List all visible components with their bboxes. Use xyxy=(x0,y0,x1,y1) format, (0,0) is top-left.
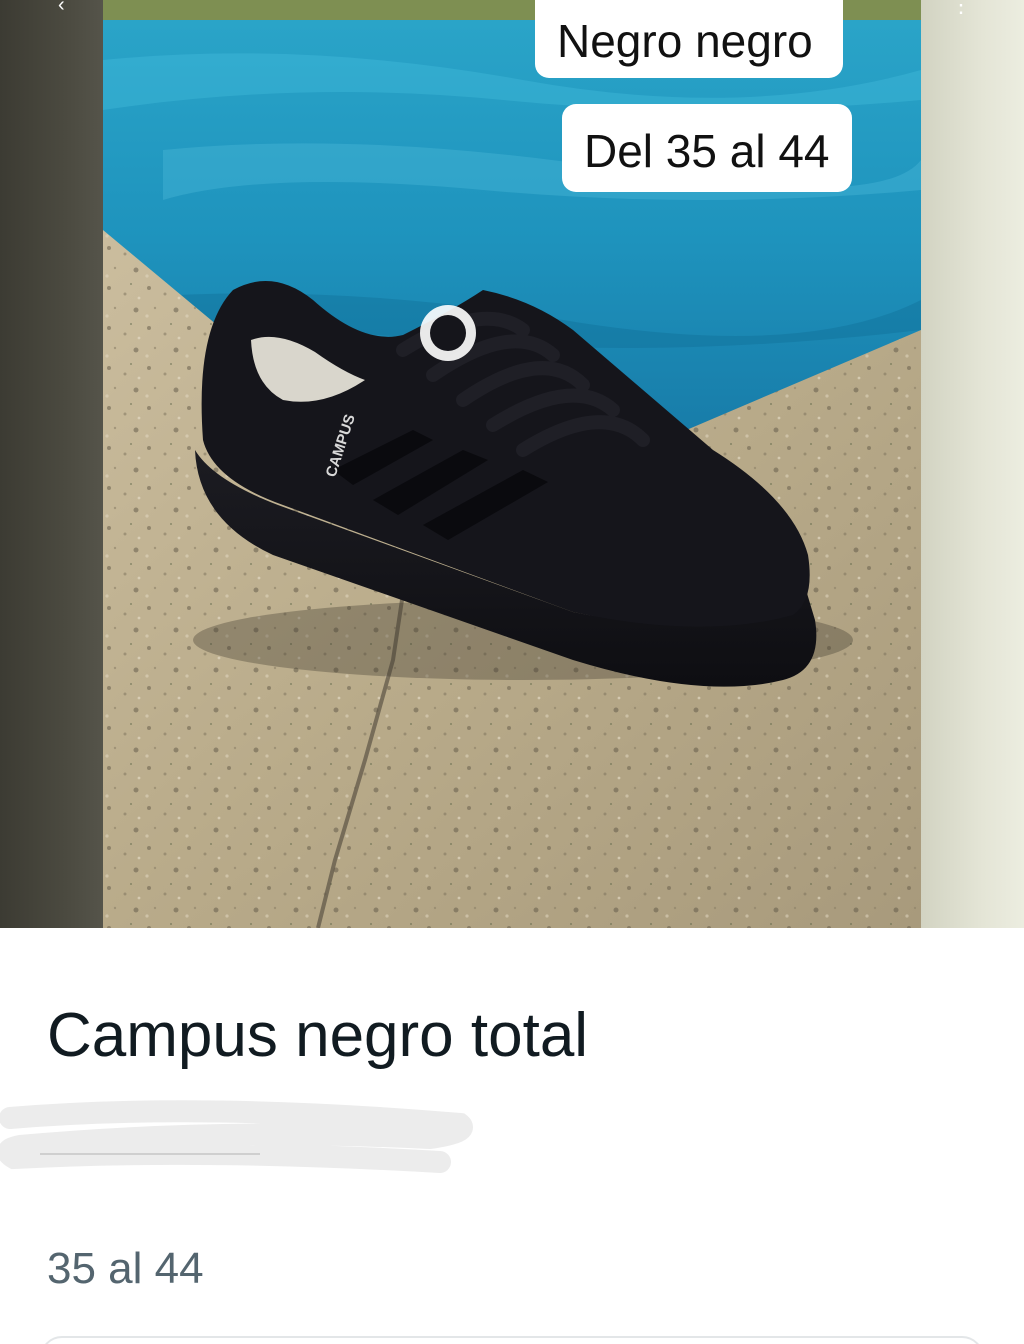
next-image-peek[interactable] xyxy=(921,0,1024,928)
chevron-up-icon[interactable]: ‹ xyxy=(58,0,78,16)
color-overlay-label: Negro negro xyxy=(535,0,843,78)
image-carousel[interactable]: CAMPUS Negro negro Del 35 al 44 ‹ ⋮ xyxy=(0,0,1024,928)
bottom-action-card[interactable] xyxy=(40,1336,984,1344)
product-detail-screen: CAMPUS Negro negro Del 35 al 44 ‹ ⋮ Camp… xyxy=(0,0,1024,1344)
product-description: 35 al 44 xyxy=(47,1244,204,1293)
size-overlay-label: Del 35 al 44 xyxy=(562,104,852,192)
product-title: Campus negro total xyxy=(47,1001,589,1070)
redacted-price-scribble xyxy=(0,1100,473,1173)
more-dots-icon[interactable]: ⋮ xyxy=(950,0,974,18)
previous-image-peek[interactable] xyxy=(0,0,103,928)
